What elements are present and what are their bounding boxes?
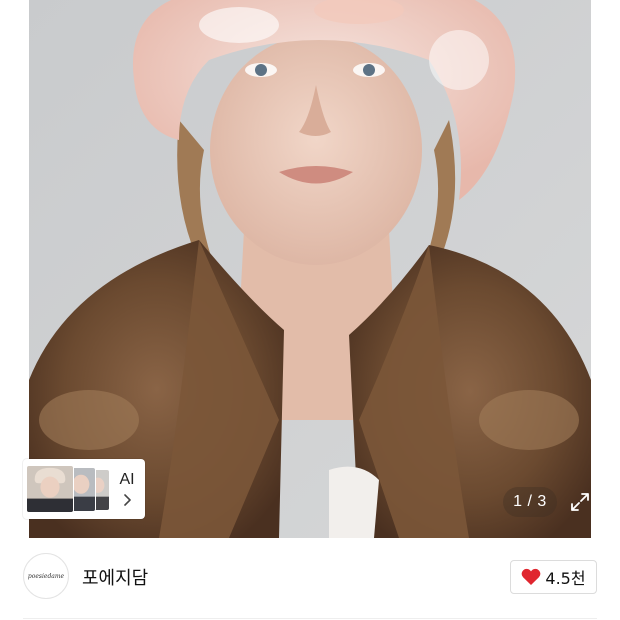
seller-avatar[interactable]: poesiedame: [23, 553, 69, 599]
like-count: 4.5천: [545, 569, 586, 588]
product-page: AI 1 / 3 poesiedame 포에지담 4.5천: [0, 0, 620, 620]
ai-similar-items-button[interactable]: AI: [23, 459, 145, 519]
seller-row: poesiedame 포에지담 4.5천: [0, 538, 620, 620]
ai-label: AI: [119, 471, 135, 488]
seller-logo-text: poesiedame: [27, 572, 65, 580]
divider: [23, 618, 597, 619]
chevron-right-icon: [124, 494, 131, 506]
ai-thumbnail: [26, 465, 74, 513]
expand-icon: [571, 493, 589, 511]
like-button[interactable]: 4.5천: [510, 560, 597, 594]
ai-thumbnails: [26, 462, 112, 516]
product-photo[interactable]: [29, 0, 591, 538]
expand-button[interactable]: [563, 485, 597, 519]
heart-icon: [522, 568, 541, 585]
ai-label-group: AI: [112, 462, 142, 516]
seller-name[interactable]: 포에지담: [82, 564, 148, 590]
image-counter: 1 / 3: [503, 487, 557, 517]
model-photo-illustration: [29, 0, 591, 538]
